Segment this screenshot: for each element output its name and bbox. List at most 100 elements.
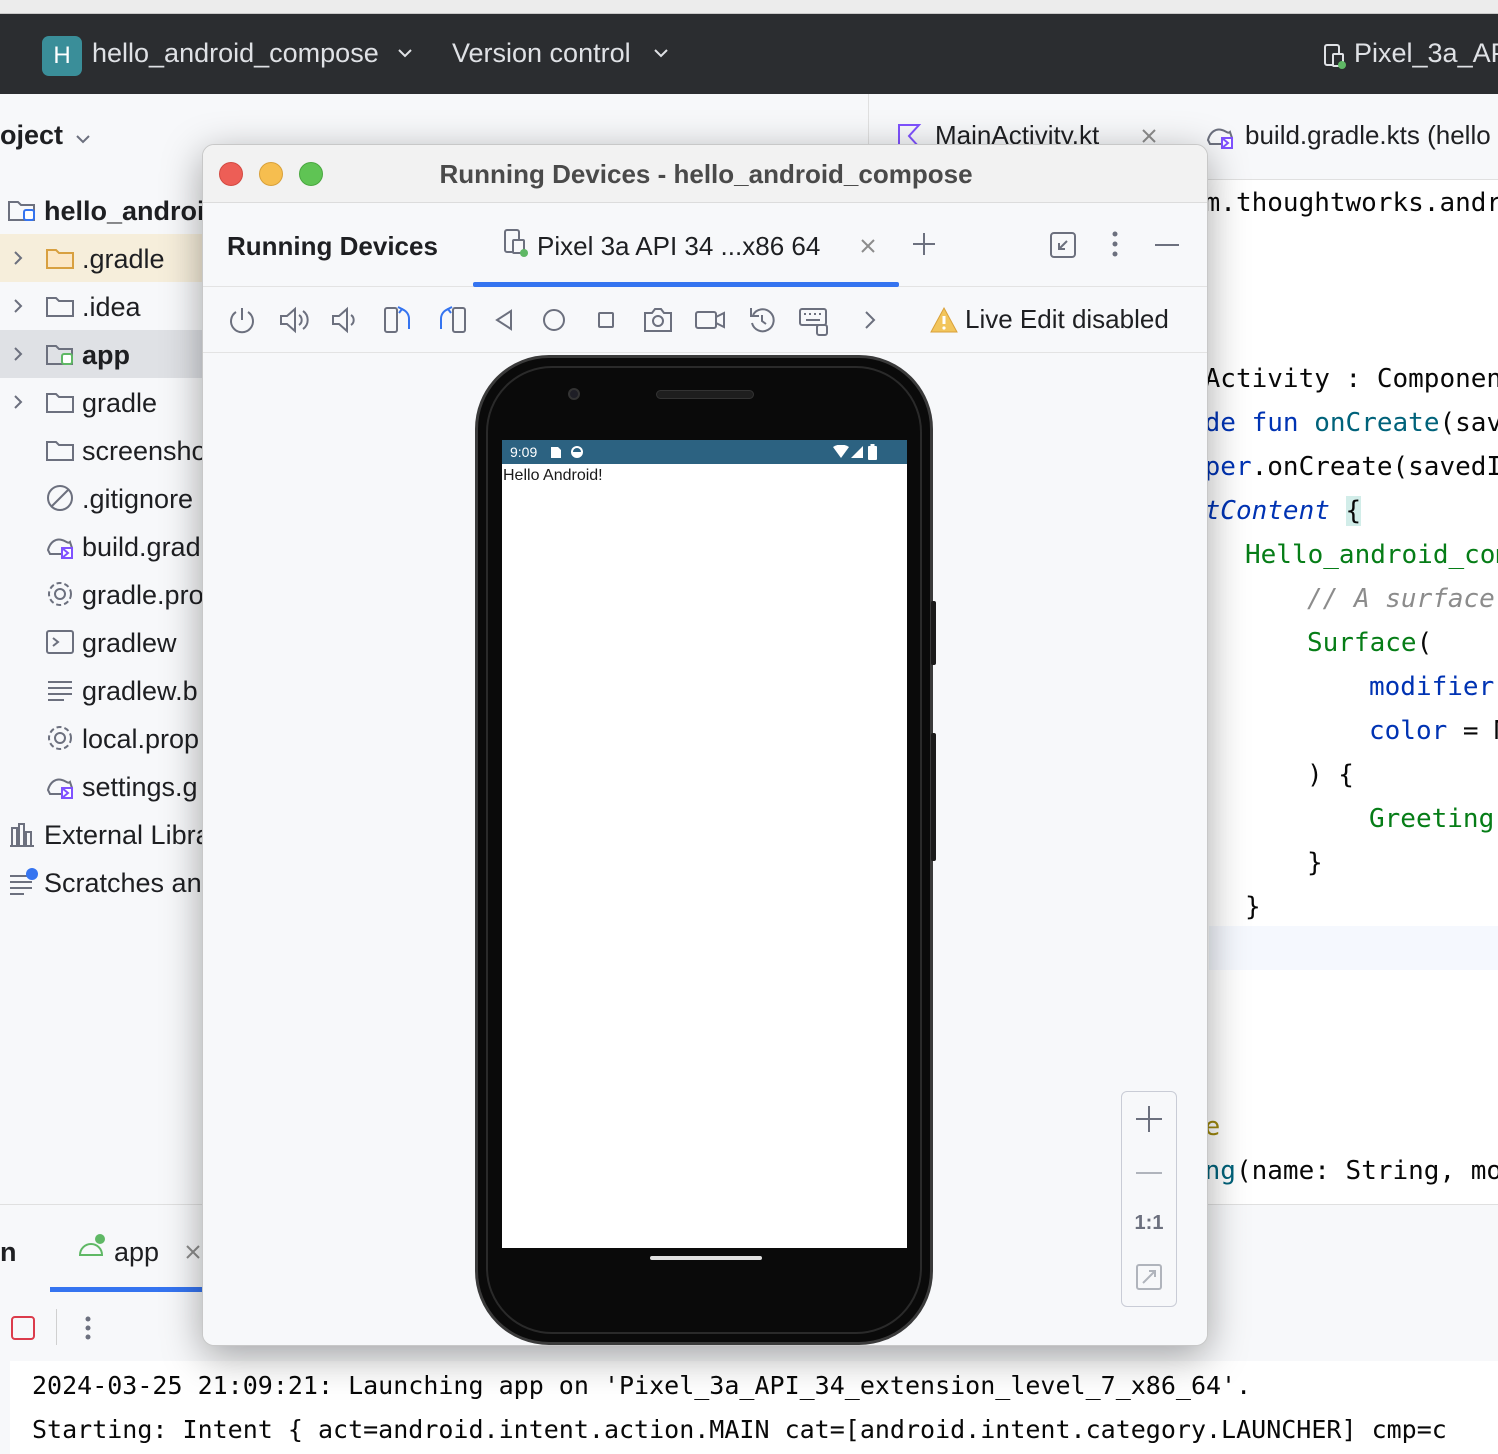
close-icon[interactable] bbox=[1139, 126, 1159, 146]
project-name[interactable]: hello_android_compose bbox=[92, 38, 379, 69]
more-chevron-icon[interactable] bbox=[853, 303, 887, 337]
chevron-down-icon[interactable] bbox=[396, 44, 414, 62]
tree-item-label: gradle.pro bbox=[82, 580, 204, 610]
zoom-actual-size[interactable]: 1:1 bbox=[1122, 1212, 1176, 1235]
home-icon[interactable] bbox=[537, 303, 571, 337]
keyboard-icon[interactable] bbox=[797, 303, 831, 337]
add-icon[interactable] bbox=[911, 231, 937, 257]
code-line: nActivity : Componen bbox=[1189, 364, 1498, 394]
stop-icon[interactable] bbox=[10, 1315, 36, 1341]
tree-item-gradlew[interactable]: gradlew bbox=[0, 618, 230, 666]
volume-side-button bbox=[931, 733, 936, 861]
module-folder-icon bbox=[46, 345, 73, 365]
tree-item-label: gradle bbox=[82, 388, 158, 418]
chevron-right-icon[interactable] bbox=[8, 344, 28, 364]
code-token: ( bbox=[1416, 628, 1433, 658]
tree-item-build-gradle[interactable]: build.grad bbox=[0, 522, 230, 570]
tree-item-scratches[interactable]: Scratches an bbox=[0, 858, 230, 906]
code-line: Greeting( bbox=[1369, 804, 1498, 834]
code-token: .onCreate(savedI bbox=[1251, 452, 1498, 482]
code-line: ing(name: String, mo bbox=[1189, 1156, 1498, 1186]
zoom-controls: 1:1 bbox=[1121, 1091, 1177, 1307]
code-line: Surface( bbox=[1307, 628, 1432, 658]
tree-item-gradlew-bat[interactable]: gradlew.b bbox=[0, 666, 230, 714]
volume-up-icon[interactable] bbox=[277, 303, 311, 337]
tree-item-gradle-dir[interactable]: .gradle bbox=[0, 234, 230, 282]
close-icon[interactable] bbox=[184, 1243, 202, 1261]
power-icon[interactable] bbox=[225, 303, 259, 337]
phone-frame: 9:09 Hello Android! bbox=[475, 355, 933, 1345]
ignore-file-icon bbox=[47, 485, 73, 511]
dock-icon[interactable] bbox=[1049, 231, 1077, 259]
code-token: (name: String, mo bbox=[1235, 1156, 1498, 1186]
minimize-icon[interactable] bbox=[1153, 235, 1181, 255]
tree-item-screenshots[interactable]: screensho bbox=[0, 426, 230, 474]
code-line: etContent { bbox=[1189, 496, 1362, 526]
gradle-kts-icon bbox=[46, 778, 74, 799]
console-output[interactable]: 2024-03-25 21:09:21: Launching app on 'P… bbox=[10, 1361, 1498, 1454]
screen-record-icon[interactable] bbox=[693, 303, 727, 337]
tree-item-label: build.grad bbox=[82, 532, 201, 562]
project-panel-title[interactable]: oject bbox=[0, 120, 63, 151]
screenshot-icon[interactable] bbox=[641, 303, 675, 337]
rotate-left-icon[interactable] bbox=[381, 303, 415, 337]
shell-script-icon bbox=[46, 630, 74, 654]
device-icon bbox=[1324, 44, 1346, 69]
phone-screen[interactable]: 9:09 Hello Android! bbox=[502, 440, 907, 1248]
code-line: // A surface bbox=[1307, 584, 1495, 614]
device-toolbar: Live Edit disabled bbox=[203, 287, 1207, 353]
current-line-highlight bbox=[1209, 926, 1498, 970]
gradle-kts-icon bbox=[1206, 128, 1234, 149]
tree-item-settings-gradle[interactable]: settings.g bbox=[0, 762, 230, 810]
volume-down-icon[interactable] bbox=[327, 303, 361, 337]
version-control-menu[interactable]: Version control bbox=[452, 38, 631, 69]
device-selector[interactable]: Pixel_3a_API bbox=[1354, 38, 1498, 69]
settings-file-icon bbox=[48, 726, 72, 750]
tree-item-idea[interactable]: .idea bbox=[0, 282, 230, 330]
ide-root: H hello_android_compose Version control … bbox=[0, 0, 1498, 1454]
tree-item-gradle[interactable]: gradle bbox=[0, 378, 230, 426]
zoom-out-icon[interactable] bbox=[1122, 1158, 1176, 1188]
zoom-in-icon[interactable] bbox=[1122, 1104, 1176, 1134]
tab-build-gradle[interactable]: build.gradle.kts (hello bbox=[1245, 120, 1491, 151]
tree-item-local-properties[interactable]: local.prop bbox=[0, 714, 230, 762]
live-edit-status[interactable]: Live Edit disabled bbox=[965, 304, 1169, 335]
chevron-right-icon[interactable] bbox=[8, 296, 28, 316]
chevron-down-icon[interactable] bbox=[652, 44, 670, 62]
chevron-right-icon[interactable] bbox=[8, 248, 28, 268]
gesture-nav-bar[interactable] bbox=[650, 1256, 762, 1260]
tree-item-label: app bbox=[82, 340, 131, 370]
tree-item-gitignore[interactable]: .gitignore bbox=[0, 474, 230, 522]
code-token: (sav bbox=[1439, 408, 1498, 438]
sim-card-icon bbox=[551, 447, 561, 458]
toolbar-divider bbox=[56, 1309, 57, 1345]
more-vertical-icon[interactable] bbox=[78, 1313, 98, 1343]
tree-item-gradle-properties[interactable]: gradle.pro bbox=[0, 570, 230, 618]
console-line: Starting: Intent { act=android.intent.ac… bbox=[32, 1415, 1447, 1444]
tree-item-app[interactable]: app bbox=[0, 330, 230, 378]
code-token: { bbox=[1345, 496, 1362, 526]
rotate-right-icon[interactable] bbox=[435, 303, 469, 337]
tree-item-label: .gitignore bbox=[82, 484, 194, 514]
device-tab[interactable]: Pixel 3a API 34 ...x86 64 bbox=[473, 203, 899, 287]
run-tab-app[interactable]: app bbox=[114, 1237, 159, 1268]
overview-icon[interactable] bbox=[589, 303, 623, 337]
code-line: om.thoughtworks.andr bbox=[1189, 188, 1498, 218]
tree-item-label: .gradle bbox=[82, 244, 165, 274]
libraries-icon bbox=[10, 823, 34, 847]
running-devices-header: Running Devices Pixel 3a API 34 ...x86 6… bbox=[203, 203, 1207, 287]
code-line: uper.onCreate(savedI bbox=[1189, 452, 1498, 482]
more-vertical-icon[interactable] bbox=[1105, 229, 1125, 259]
chevron-down-icon[interactable] bbox=[74, 130, 92, 148]
reset-icon[interactable] bbox=[745, 303, 779, 337]
window-title-bar[interactable]: Running Devices - hello_android_compose bbox=[203, 145, 1207, 203]
run-panel-title: n bbox=[0, 1237, 17, 1267]
tree-item-external-libraries[interactable]: External Libra bbox=[0, 810, 230, 858]
project-badge[interactable]: H bbox=[42, 36, 82, 76]
tree-root-row[interactable]: hello_androi bbox=[0, 186, 230, 234]
back-icon[interactable] bbox=[487, 303, 521, 337]
close-icon[interactable] bbox=[859, 237, 877, 255]
tree-item-label: screensho bbox=[82, 436, 207, 466]
chevron-right-icon[interactable] bbox=[8, 392, 28, 412]
zoom-fit-icon[interactable] bbox=[1122, 1262, 1176, 1292]
